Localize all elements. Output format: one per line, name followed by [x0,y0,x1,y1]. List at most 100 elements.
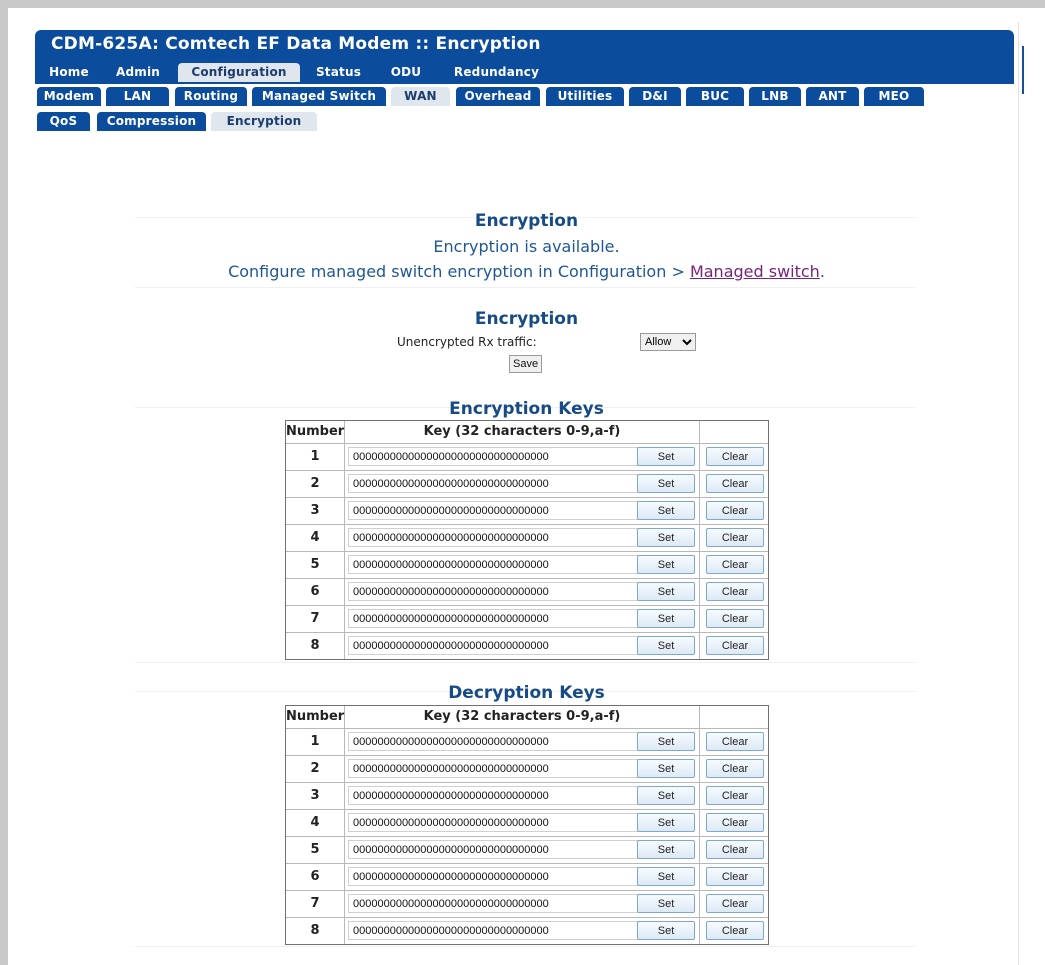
clear-button[interactable]: Clear [706,474,764,493]
decryption-keys-title: Decryption Keys [448,683,605,703]
key-number: 6 [286,864,345,890]
clear-button[interactable]: Clear [706,501,764,520]
clear-button[interactable]: Clear [706,447,764,466]
key-cell: Set [345,444,700,470]
table-row: 2 Set Clear [286,470,768,497]
tab-compression[interactable]: Compression [97,112,206,131]
set-button[interactable]: Set [637,636,695,655]
nav-row-1: Home Admin Configuration Status ODU Redundanc… [35,58,1014,84]
set-button[interactable]: Set [637,447,695,466]
rx-traffic-select[interactable]: Allow [640,333,696,351]
key-number: 8 [286,633,345,659]
divider [135,946,915,947]
clear-cell: Clear [700,498,768,524]
tab-qos[interactable]: QoS [37,112,90,131]
table-header: Number Key (32 characters 0-9,a-f) [286,421,768,443]
table-row: 7 Set Clear [286,890,768,917]
clear-cell: Clear [700,810,768,836]
set-button[interactable]: Set [637,501,695,520]
key-cell: Set [345,552,700,578]
set-button[interactable]: Set [637,786,695,805]
tab-configuration[interactable]: Configuration [178,63,300,82]
tab-buc[interactable]: BUC [686,87,744,106]
set-button[interactable]: Set [637,813,695,832]
set-button[interactable]: Set [637,867,695,886]
col-key-header: Key (32 characters 0-9,a-f) [345,421,700,443]
set-button[interactable]: Set [637,474,695,493]
clear-button[interactable]: Clear [706,582,764,601]
set-button[interactable]: Set [637,921,695,940]
clear-button[interactable]: Clear [706,813,764,832]
key-cell: Set [345,810,700,836]
clear-button[interactable]: Clear [706,867,764,886]
clear-button[interactable]: Clear [706,921,764,940]
tab-status[interactable]: Status [305,63,372,82]
clear-cell: Clear [700,918,768,944]
set-button[interactable]: Set [637,582,695,601]
clear-button[interactable]: Clear [706,636,764,655]
key-cell: Set [345,918,700,944]
clear-button[interactable]: Clear [706,732,764,751]
divider [135,287,915,288]
key-number: 5 [286,837,345,863]
clear-cell: Clear [700,633,768,659]
save-button[interactable]: Save [509,355,543,373]
key-cell: Set [345,729,700,755]
tab-wan[interactable]: WAN [391,87,450,106]
set-button[interactable]: Set [637,894,695,913]
rx-traffic-label: Unencrypted Rx traffic: [397,335,537,349]
tab-odu[interactable]: ODU [377,63,435,82]
tab-managed-switch[interactable]: Managed Switch [252,87,386,106]
tab-admin[interactable]: Admin [106,63,170,82]
set-button[interactable]: Set [637,840,695,859]
set-button[interactable]: Set [637,609,695,628]
clear-button[interactable]: Clear [706,555,764,574]
decryption-keys-table: NumberKey (32 characters 0-9,a-f)1 Set Cle… [285,705,769,945]
key-cell: Set [345,471,700,497]
table-row: 6 Set Clear [286,863,768,890]
tab-routing[interactable]: Routing [175,87,247,106]
managed-switch-link[interactable]: Managed switch [690,262,820,281]
tab-utilities[interactable]: Utilities [546,87,624,106]
nav-row-3: QoS Compression Encryption [35,109,325,133]
clear-cell: Clear [700,606,768,632]
tab-overhead[interactable]: Overhead [456,87,540,106]
table-row: 4 Set Clear [286,809,768,836]
clear-button[interactable]: Clear [706,609,764,628]
key-cell: Set [345,756,700,782]
tab-modem[interactable]: Modem [37,87,101,106]
tab-d-i[interactable]: D&I [629,87,681,106]
key-cell: Set [345,783,700,809]
key-cell: Set [345,837,700,863]
clear-button[interactable]: Clear [706,759,764,778]
table-row: 1 Set Clear [286,728,768,755]
tab-lan[interactable]: LAN [106,87,169,106]
col-number-header: Number [286,421,345,443]
tab-home[interactable]: Home [37,63,101,82]
table-row: 1 Set Clear [286,443,768,470]
tab-meo[interactable]: MEO [864,87,924,106]
scroll-strip[interactable] [1018,22,1045,965]
page-title: CDM-625A: Comtech EF Data Modem :: Encry… [35,30,1014,58]
tab-encryption[interactable]: Encryption [211,112,317,131]
clear-button[interactable]: Clear [706,840,764,859]
clear-button[interactable]: Clear [706,786,764,805]
clear-button[interactable]: Clear [706,894,764,913]
tab-ant[interactable]: ANT [806,87,859,106]
clear-button[interactable]: Clear [706,528,764,547]
clear-cell: Clear [700,864,768,890]
tab-lnb[interactable]: LNB [749,87,801,106]
settings-title: Encryption [474,309,579,329]
key-number: 8 [286,918,345,944]
divider [135,662,915,663]
key-number: 4 [286,525,345,551]
set-button[interactable]: Set [637,759,695,778]
clear-cell: Clear [700,444,768,470]
set-button[interactable]: Set [637,528,695,547]
table-row: 8 Set Clear [286,632,768,659]
encryption-keys-title: Encryption Keys [449,399,604,419]
tab-redundancy[interactable]: Redundancy [443,63,550,82]
set-button[interactable]: Set [637,732,695,751]
col-number-header: Number [286,706,345,728]
set-button[interactable]: Set [637,555,695,574]
